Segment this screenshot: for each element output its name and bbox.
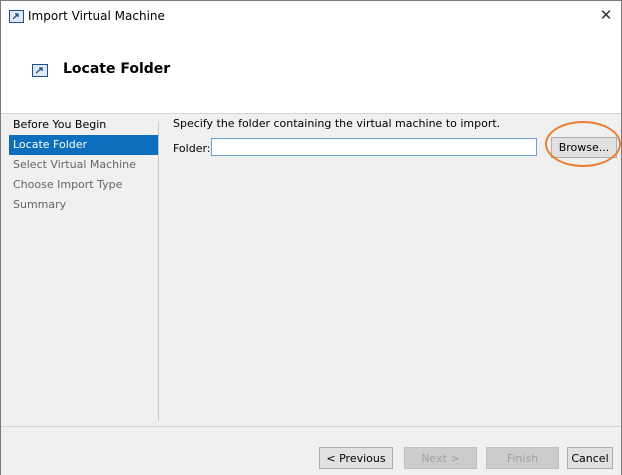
- window-title: Import Virtual Machine: [28, 9, 165, 23]
- import-vm-app-icon: [9, 10, 24, 23]
- sidebar-divider: [158, 121, 159, 421]
- title-bar: Import Virtual Machine ✕: [1, 1, 621, 31]
- cancel-button[interactable]: Cancel: [567, 447, 613, 469]
- page-header: Locate Folder: [1, 31, 621, 114]
- page-title: Locate Folder: [63, 61, 171, 77]
- wizard-footer: < Previous Next > Finish Cancel: [1, 426, 621, 475]
- folder-label: Folder:: [173, 142, 211, 155]
- browse-button[interactable]: Browse...: [551, 137, 617, 158]
- import-vm-dialog: Import Virtual Machine ✕ Locate Folder B…: [0, 0, 622, 475]
- next-button[interactable]: Next >: [404, 447, 477, 469]
- step-before-you-begin[interactable]: Before You Begin: [9, 115, 158, 135]
- import-vm-header-icon: [32, 64, 48, 77]
- step-locate-folder[interactable]: Locate Folder: [9, 135, 158, 155]
- step-select-virtual-machine[interactable]: Select Virtual Machine: [9, 155, 158, 175]
- step-choose-import-type[interactable]: Choose Import Type: [9, 175, 158, 195]
- folder-input[interactable]: [211, 138, 537, 156]
- step-summary[interactable]: Summary: [9, 195, 158, 215]
- instruction-text: Specify the folder containing the virtua…: [173, 117, 501, 130]
- previous-button[interactable]: < Previous: [319, 447, 393, 469]
- finish-button[interactable]: Finish: [486, 447, 559, 469]
- close-icon[interactable]: ✕: [597, 6, 615, 24]
- wizard-step-list: Before You Begin Locate Folder Select Vi…: [1, 114, 158, 426]
